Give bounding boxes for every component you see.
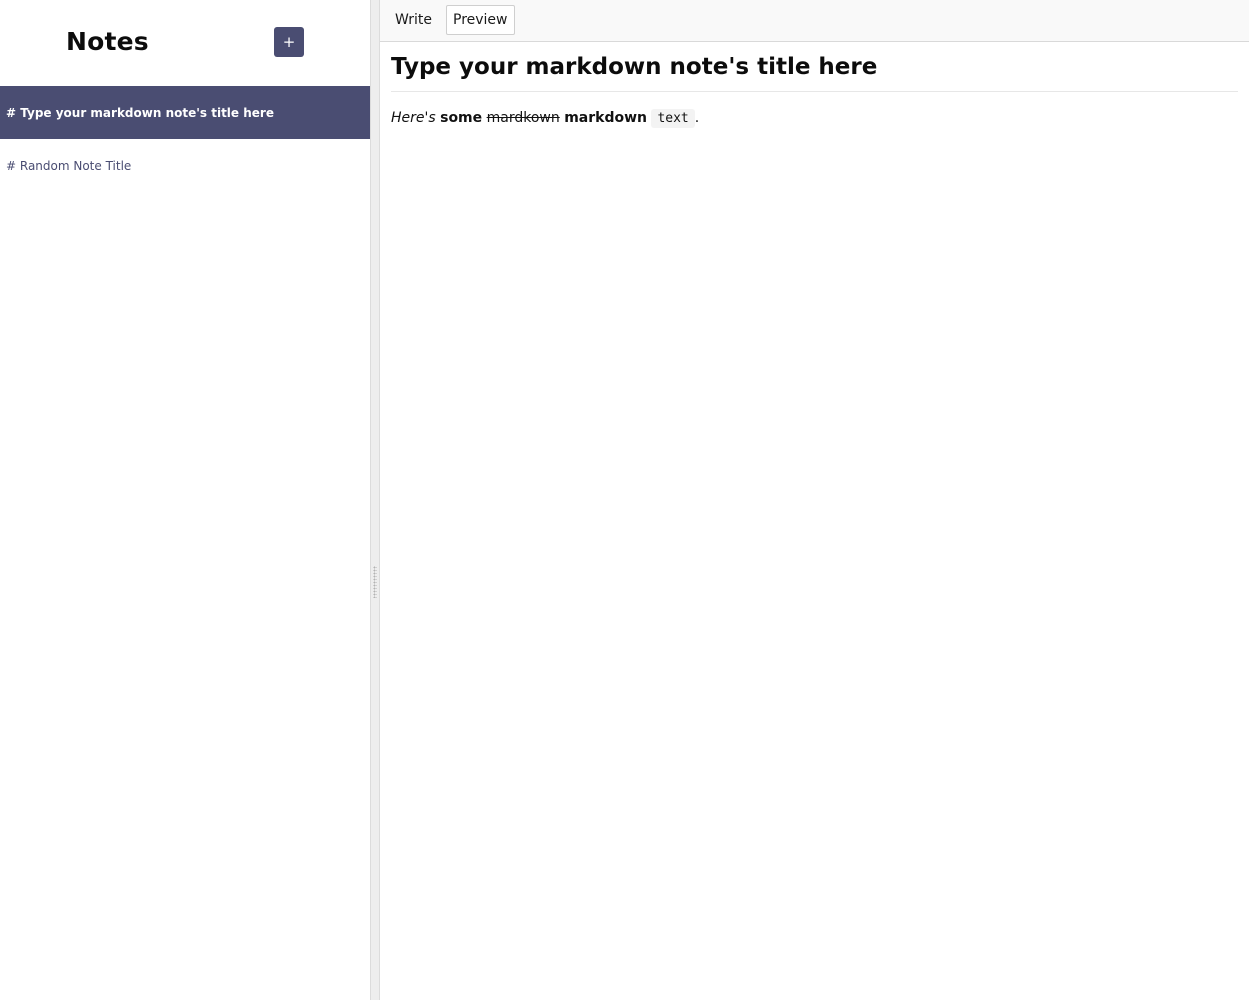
markdown-preview: Type your markdown note's title here Her…	[391, 42, 1238, 131]
sidebar: Notes + # Type your markdown note's titl…	[0, 0, 370, 1000]
tab-preview[interactable]: Preview	[446, 5, 515, 35]
note-item[interactable]: # Random Note Title	[0, 139, 370, 192]
notes-app: Notes + # Type your markdown note's titl…	[0, 0, 1249, 1000]
drag-handle-icon[interactable]	[373, 566, 377, 598]
paragraph-end: .	[694, 110, 700, 126]
inline-code: text	[651, 109, 695, 128]
strikethrough-text: mardkown	[486, 110, 560, 126]
resize-gutter[interactable]	[370, 0, 380, 1000]
note-item-selected[interactable]: # Type your markdown note's title here	[0, 86, 370, 139]
preview-paragraph: Here's some mardkown markdown text.	[391, 106, 1238, 131]
note-list: # Type your markdown note's title here #…	[0, 86, 370, 192]
app-title: Notes	[66, 27, 149, 56]
tab-bar: Write Preview	[380, 0, 1249, 42]
preview-heading: Type your markdown note's title here	[391, 42, 1238, 92]
editor-pane: Write Preview Type your markdown note's …	[380, 0, 1249, 1000]
emphasis-text: Here's	[391, 110, 436, 126]
strong-text: some	[440, 110, 483, 126]
tab-write[interactable]: Write	[388, 5, 439, 35]
sidebar-header: Notes +	[0, 0, 370, 86]
add-note-button[interactable]: +	[274, 27, 304, 57]
strong-text-2: markdown	[564, 110, 647, 126]
